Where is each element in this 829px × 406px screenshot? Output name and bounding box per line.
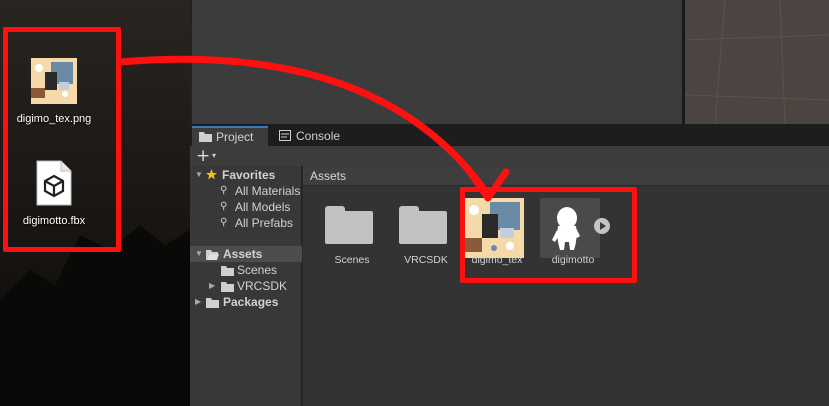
folder-icon <box>325 206 373 244</box>
expand-arrow-icon[interactable]: ▼ <box>195 246 203 262</box>
star-icon <box>206 169 217 180</box>
tab-bar: Project Console <box>190 124 829 146</box>
tab-label: Console <box>296 129 341 143</box>
tree-label: Favorites <box>222 168 276 182</box>
tree-label: All Prefabs <box>235 216 294 230</box>
search-icon: ⚲ <box>220 217 228 228</box>
tab-label: Project <box>216 130 254 144</box>
tree-label: All Materials <box>235 184 301 198</box>
expand-arrow-icon[interactable]: ▶ <box>209 278 215 294</box>
grid-lines <box>684 0 829 125</box>
editor-top-area <box>190 0 829 125</box>
asset-label: VRCSDK <box>404 254 448 266</box>
console-icon <box>279 130 291 141</box>
project-toolbar: + ▾ <box>190 146 829 166</box>
asset-grid: Scenes VRCSDK digimo_tex digimotto <box>303 186 829 406</box>
expand-arrow-icon[interactable]: ▼ <box>195 167 203 183</box>
folder-open-icon <box>206 250 219 260</box>
tree-item-packages[interactable]: ▶ Packages <box>190 294 302 310</box>
folder-icon <box>206 298 219 308</box>
search-icon: ⚲ <box>220 185 228 196</box>
tree-item-vrcsdk[interactable]: ▶ VRCSDK <box>190 278 302 294</box>
folder-icon <box>199 132 212 142</box>
chevron-down-icon[interactable]: ▾ <box>212 151 216 160</box>
expand-arrow-icon[interactable]: ▶ <box>195 294 201 310</box>
folder-icon <box>221 266 234 276</box>
tree-item-all-materials[interactable]: ⚲ All Materials <box>190 183 302 199</box>
tab-project[interactable]: Project <box>192 126 268 146</box>
project-panel: Project Console + ▾ ▼ Favorites ⚲ All Ma… <box>190 124 829 406</box>
desktop: digimo_tex.png digimotto.fbx <box>0 0 190 406</box>
project-tree: ▼ Favorites ⚲ All Materials ⚲ All Models… <box>190 166 302 406</box>
annotation-box-assets <box>460 187 637 283</box>
tree-item-favorites[interactable]: ▼ Favorites <box>190 167 302 183</box>
tree-item-all-prefabs[interactable]: ⚲ All Prefabs <box>190 215 302 231</box>
tree-item-scenes[interactable]: Scenes <box>190 262 302 278</box>
tree-item-all-models[interactable]: ⚲ All Models <box>190 199 302 215</box>
annotation-box-desktop <box>3 27 121 252</box>
folder-icon <box>399 206 447 244</box>
folder-icon <box>221 282 234 292</box>
tree-label: Scenes <box>237 263 278 277</box>
tab-console[interactable]: Console <box>272 126 350 146</box>
asset-label: Scenes <box>334 254 370 266</box>
scene-view[interactable] <box>190 0 682 124</box>
tree-label: Packages <box>223 295 279 309</box>
viewport-grid[interactable] <box>684 0 829 125</box>
tree-item-assets[interactable]: ▼ Assets <box>190 246 302 262</box>
breadcrumb[interactable]: Assets <box>303 166 829 186</box>
tree-label: VRCSDK <box>237 279 288 293</box>
tree-label: All Models <box>235 200 291 214</box>
add-button[interactable]: + <box>196 146 210 166</box>
search-icon: ⚲ <box>220 201 228 212</box>
tree-label: Assets <box>223 247 263 261</box>
